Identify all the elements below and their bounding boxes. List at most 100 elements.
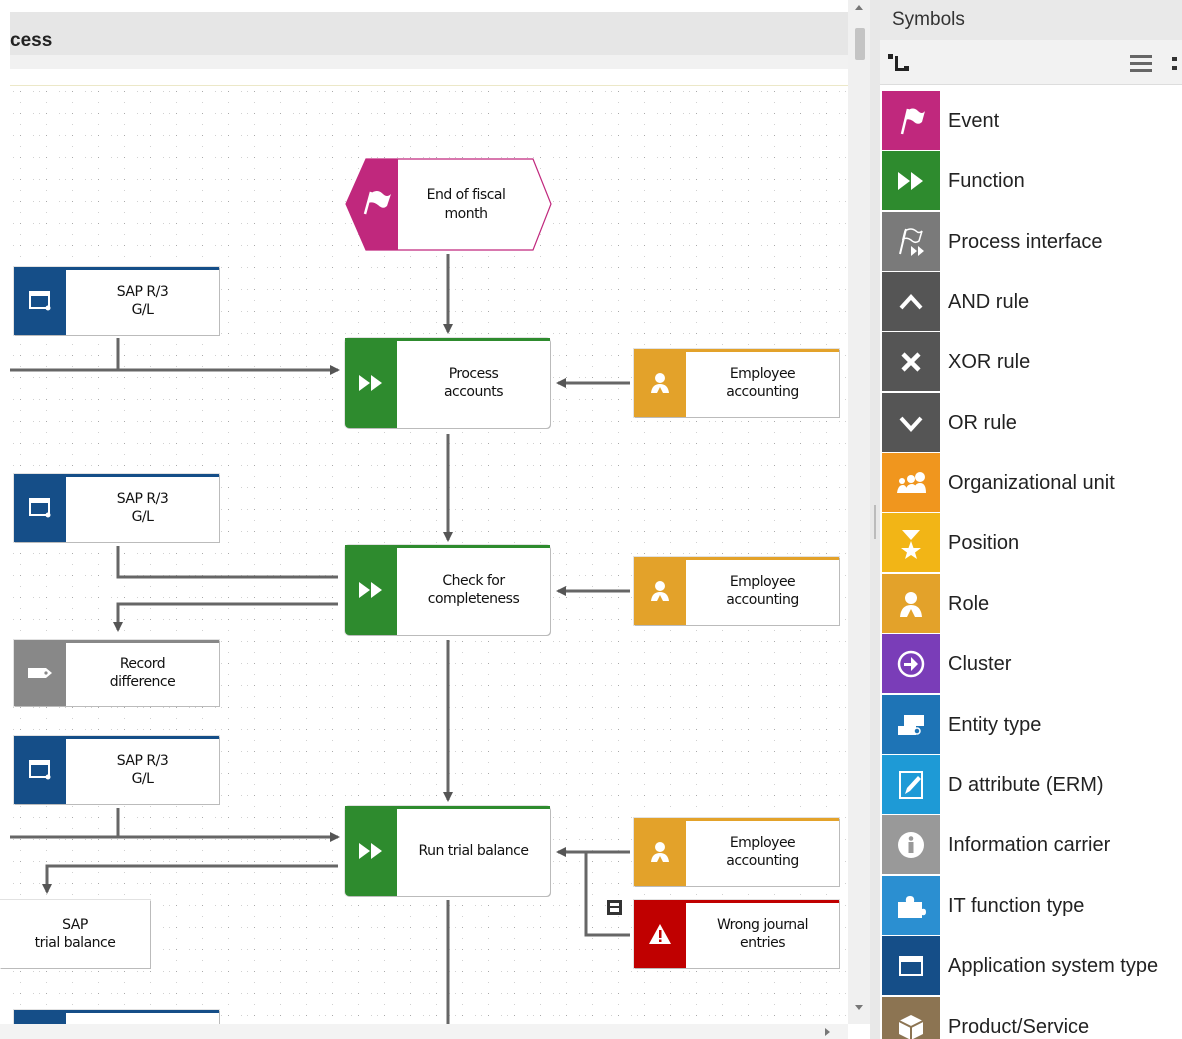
symbol-role[interactable]: Role xyxy=(882,574,1182,634)
horizontal-scrollbar[interactable] xyxy=(0,1024,848,1039)
person-icon xyxy=(634,349,686,417)
symbol-entity-type[interactable]: Entity type xyxy=(882,695,1182,755)
caret-down-icon xyxy=(882,393,940,452)
role-label: Employee accounting xyxy=(726,835,799,869)
list-view-icon[interactable] xyxy=(1128,52,1154,74)
symbol-label: Cluster xyxy=(948,653,1012,675)
flag-forward-icon xyxy=(882,212,940,271)
role-employee-accounting-2[interactable]: Employee accounting xyxy=(634,557,839,625)
symbol-product-service[interactable]: Product/Service xyxy=(882,997,1182,1039)
model-canvas[interactable]: cess End of fiscal month SAP R/3 G/L Pro… xyxy=(0,0,850,1039)
role-label: Employee accounting xyxy=(726,574,799,608)
symbol-label: IT function type xyxy=(948,895,1085,917)
function-check-for-completeness[interactable]: Check for completeness xyxy=(345,545,550,635)
symbol-d-attribute[interactable]: D attribute (ERM) xyxy=(882,755,1182,815)
flag-icon xyxy=(882,91,940,150)
symbol-or-rule[interactable]: OR rule xyxy=(882,393,1182,453)
position-icon xyxy=(882,513,940,572)
symbol-xor-rule[interactable]: XOR rule xyxy=(882,332,1182,392)
role-employee-accounting-1[interactable]: Employee accounting xyxy=(634,349,839,417)
panel-splitter[interactable] xyxy=(870,0,880,1039)
symbol-it-function-type[interactable]: IT function type xyxy=(882,876,1182,936)
function-run-trial-balance[interactable]: Run trial balance xyxy=(345,806,550,896)
function-label: Run trial balance xyxy=(418,843,529,859)
role-label: Employee accounting xyxy=(726,366,799,400)
person-icon xyxy=(882,574,940,633)
symbol-function[interactable]: Function xyxy=(882,151,1182,211)
caret-up-icon xyxy=(882,272,940,331)
vertical-scrollbar[interactable] xyxy=(848,0,870,1024)
group-icon xyxy=(882,453,940,512)
function-label: Process accounts xyxy=(443,366,504,400)
fast-forward-icon xyxy=(882,151,940,210)
symbol-label: OR rule xyxy=(948,412,1017,434)
application-label: SAP R/3 G/L xyxy=(116,753,169,787)
symbol-label: Role xyxy=(948,593,990,615)
symbol-event[interactable]: Event xyxy=(882,91,1182,151)
symbol-label: AND rule xyxy=(948,291,1030,313)
person-icon xyxy=(634,557,686,625)
application-sap-gl-2[interactable]: SAP R/3 G/L xyxy=(14,474,219,542)
function-label: Check for completeness xyxy=(427,573,520,607)
relationship-icon xyxy=(607,900,622,915)
scrollbar-thumb[interactable] xyxy=(855,28,865,60)
symbol-label: D attribute (ERM) xyxy=(948,774,1104,796)
symbol-organizational-unit[interactable]: Organizational unit xyxy=(882,453,1182,513)
fast-forward-icon xyxy=(345,806,397,896)
pen-icon xyxy=(882,755,940,814)
symbol-application-system-type[interactable]: Application system type xyxy=(882,936,1182,996)
scroll-up-icon xyxy=(855,5,863,10)
document-label: SAP trial balance xyxy=(34,917,116,951)
symbol-label: Application system type xyxy=(948,955,1159,977)
more-options-icon[interactable] xyxy=(1170,52,1182,74)
x-icon xyxy=(882,332,940,391)
symbol-process-interface[interactable]: Process interface xyxy=(882,212,1182,272)
symbol-and-rule[interactable]: AND rule xyxy=(882,272,1182,332)
application-label: SAP R/3 G/L xyxy=(116,284,169,318)
cluster-icon xyxy=(882,634,940,693)
puzzle-icon xyxy=(882,876,940,935)
symbol-information-carrier[interactable]: Information carrier xyxy=(882,815,1182,875)
symbol-label: Function xyxy=(948,170,1025,192)
symbols-panel-header: Symbols xyxy=(880,0,1182,40)
symbol-label: Information carrier xyxy=(948,834,1111,856)
window-icon xyxy=(14,474,66,542)
scroll-down-icon xyxy=(855,1005,863,1010)
symbols-panel: Symbols Event Function Process interface… xyxy=(880,0,1182,1039)
fast-forward-icon xyxy=(345,545,397,635)
symbols-toolbar xyxy=(880,40,1182,85)
application-sap-gl-3[interactable]: SAP R/3 G/L xyxy=(14,736,219,804)
symbol-label: XOR rule xyxy=(948,351,1031,373)
risk-wrong-journal-entries[interactable]: Wrong journal entries xyxy=(634,900,839,968)
event-end-of-fiscal-month-label: End of fiscal month xyxy=(426,187,506,222)
tag-icon xyxy=(14,640,66,706)
entity-icon xyxy=(882,695,940,754)
risk-label: Wrong journal entries xyxy=(716,917,809,951)
application-sap-gl-1[interactable]: SAP R/3 G/L xyxy=(14,267,219,335)
symbol-label: Event xyxy=(948,110,1000,132)
information-record-difference[interactable]: Record difference xyxy=(14,640,219,706)
window-icon xyxy=(14,736,66,804)
person-icon xyxy=(634,818,686,886)
symbol-cluster[interactable]: Cluster xyxy=(882,634,1182,694)
symbol-label: Entity type xyxy=(948,714,1042,736)
box-icon xyxy=(882,997,940,1039)
information-label: Record difference xyxy=(109,656,176,690)
window-icon xyxy=(14,267,66,335)
warning-icon xyxy=(634,900,686,968)
info-icon xyxy=(882,815,940,874)
symbol-label: Organizational unit xyxy=(948,472,1115,494)
symbols-panel-title: Symbols xyxy=(892,9,965,30)
fast-forward-icon xyxy=(345,338,397,428)
document-sap-trial-balance[interactable]: SAP trial balance xyxy=(0,900,150,968)
symbol-label: Position xyxy=(948,532,1020,554)
scroll-right-icon xyxy=(825,1028,830,1036)
application-label: SAP R/3 G/L xyxy=(116,491,169,525)
role-employee-accounting-3[interactable]: Employee accounting xyxy=(634,818,839,886)
tree-view-icon[interactable] xyxy=(886,52,912,76)
symbol-label: Process interface xyxy=(948,231,1103,253)
symbol-position[interactable]: Position xyxy=(882,513,1182,573)
symbol-label: Product/Service xyxy=(948,1016,1090,1038)
window-icon xyxy=(882,936,940,995)
function-process-accounts[interactable]: Process accounts xyxy=(345,338,550,428)
